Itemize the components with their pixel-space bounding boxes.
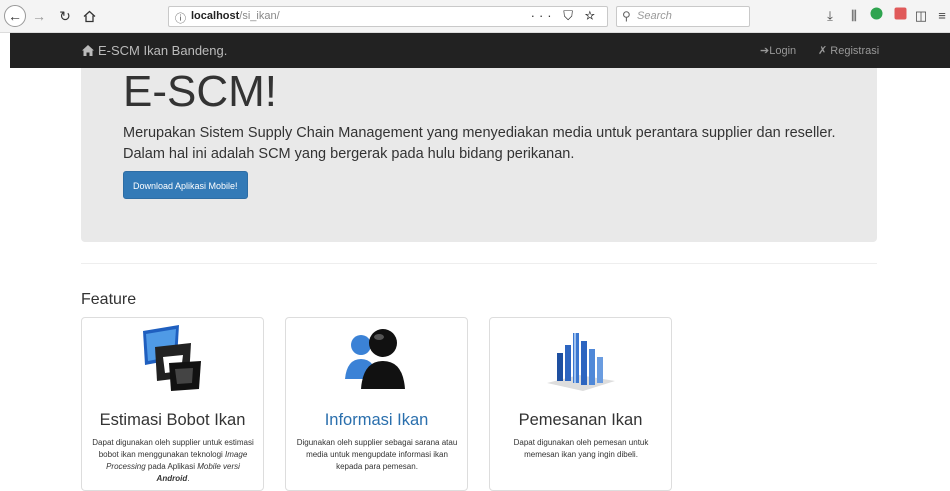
card-text: Dapat digunakan oleh supplier untuk esti… [90,437,256,485]
reload-button[interactable]: ↻ [54,5,76,27]
download-app-button[interactable]: Download Aplikasi Mobile! [123,171,248,199]
brand-link[interactable]: E-SCM Ikan Bandeng. [82,43,227,58]
url-path: /si_ikan/ [239,10,280,22]
card-title: Pemesanan Ikan [518,411,643,429]
sidebar-icon[interactable]: ◫ [913,7,929,25]
back-button[interactable]: ← [4,5,26,27]
card-text-part: . [187,474,190,483]
extension-red-icon[interactable] [892,7,908,25]
bar-chart-icon [547,333,615,391]
login-icon: ➔ [760,45,770,57]
browser-toolbar: ← → ↻ ⓘ localhost/si_ikan/ ··· ⛉ ☆ ⚲ Sea… [0,0,950,33]
card-text-part: pada Aplikasi [145,462,198,471]
search-input[interactable]: ⚲ Search [616,6,750,27]
card-text-bold: Android [156,474,188,483]
card-text: Dapat digunakan oleh pemesan untuk memes… [513,438,649,459]
feature-card-pemesanan: Pemesanan Ikan Dapat digunakan oleh peme… [489,317,672,491]
register-link[interactable]: ✗ Registrasi [818,44,879,57]
card-text: Digunakan oleh supplier sebagai sarana a… [296,438,458,471]
feature-heading: Feature [81,291,137,308]
menu-icon[interactable]: ≡ [934,7,950,25]
section-divider [81,263,877,264]
card-title: Estimasi Bobot Ikan [99,411,246,429]
windows-blocks-icon [143,325,201,391]
site-navbar: E-SCM Ikan Bandeng. ➔Login ✗ Registrasi [10,33,950,68]
reload-icon: ↻ [59,7,71,24]
jumbotron-title: E-SCM! [123,67,277,116]
download-icon[interactable]: ⤓ [822,7,838,25]
library-icon[interactable]: ⫼ [846,7,862,25]
search-icon: ⚲ [622,9,631,23]
feature-card-estimasi: Estimasi Bobot Ikan Dapat digunakan oleh… [81,317,264,491]
url-bar[interactable]: ⓘ localhost/si_ikan/ ··· ⛉ ☆ [168,6,608,27]
pushpin-icon: ✗ [818,45,828,57]
search-placeholder: Search [637,10,672,22]
home-button[interactable] [78,5,100,27]
url-host: localhost [191,10,240,22]
info-icon: ⓘ [175,13,186,25]
extension-green-icon[interactable] [868,7,884,25]
card-title-link[interactable]: Informasi Ikan [286,411,467,430]
home-icon [82,45,94,56]
login-label: Login [769,45,797,57]
url-text: localhost/si_ikan/ [191,10,280,22]
forward-button[interactable]: → [28,5,50,27]
card-text-emphasis: Mobile versi [197,462,240,471]
users-icon [345,329,405,389]
arrow-right-icon: → [32,8,46,24]
arrow-left-icon: ← [8,8,22,24]
brand-text: E-SCM Ikan Bandeng. [98,43,228,58]
feature-card-informasi: Informasi Ikan Digunakan oleh supplier s… [285,317,468,491]
jumbotron-text: Merupakan Sistem Supply Chain Management… [123,125,836,162]
login-link[interactable]: ➔Login [760,44,796,57]
page-actions-icons[interactable]: ··· ⛉ ☆ [531,8,599,24]
home-icon [83,10,95,22]
register-label: Registrasi [830,45,880,57]
jumbotron: E-SCM! Merupakan Sistem Supply Chain Man… [81,68,877,242]
